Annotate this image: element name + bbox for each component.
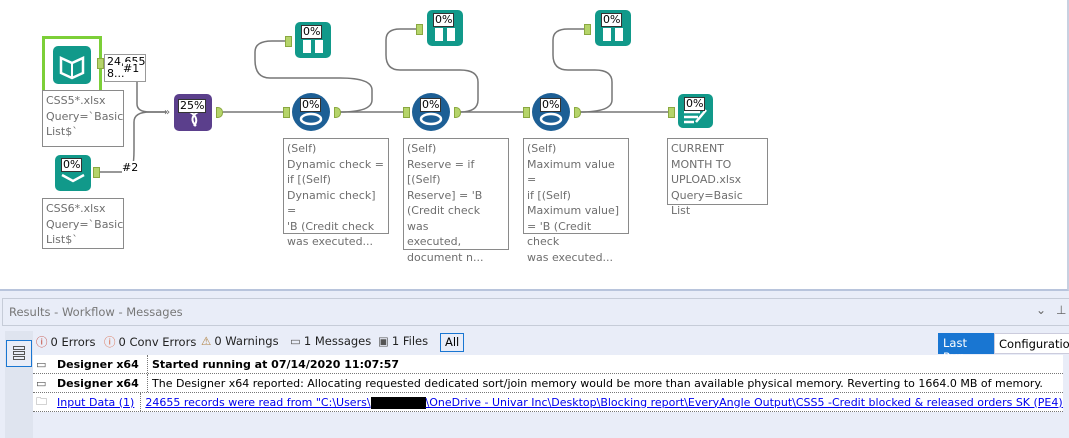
progress-badge: 0% xyxy=(300,98,322,112)
formula1-annotation: (Self) Dynamic check = if [(Self) Dynami… xyxy=(283,138,389,248)
warning-icon: ⚠ xyxy=(201,334,212,348)
input-anchor[interactable] xyxy=(403,107,410,118)
message-row[interactable]: ▭ Designer x64 The Designer x64 reported:… xyxy=(33,374,1063,393)
connection-label-2: #2 xyxy=(122,161,139,174)
progress-badge: 0% xyxy=(61,158,83,172)
link-part: \OneDrive - Univar Inc\Desktop\Blocking … xyxy=(425,395,1063,409)
input-data-tool-2[interactable]: 0% xyxy=(55,155,91,191)
input-anchor[interactable] xyxy=(668,107,675,118)
files-filter[interactable]: ▣ 1 Files xyxy=(378,334,428,348)
chevron-down-icon[interactable]: ⌄ xyxy=(1036,303,1046,317)
configuration-tab[interactable]: Configuration xyxy=(994,333,1069,354)
formula-tool-1[interactable]: 0% xyxy=(292,93,330,131)
message-row[interactable]: 🗀 Input Data (1) 24655 records were read … xyxy=(33,393,1063,412)
progress-badge: 0% xyxy=(420,98,442,112)
conv-errors-filter[interactable]: ⓘ 0 Conv Errors xyxy=(104,334,196,350)
progress-badge: 0% xyxy=(684,97,706,111)
progress-badge: 0% xyxy=(433,13,455,27)
input-anchor[interactable] xyxy=(584,24,591,35)
message-icon: ▭ xyxy=(36,357,47,371)
browse-tool-1[interactable]: 0% xyxy=(295,22,331,58)
input1-annotation: CSS5*.xlsx Query=`Basic List$` xyxy=(42,90,124,147)
multi-input-anchor[interactable]: » xyxy=(164,107,170,118)
all-filter-button[interactable]: All xyxy=(440,333,465,352)
progress-badge: 0% xyxy=(540,98,562,112)
message-row[interactable]: ▭ Designer x64 Started running at 07/14/2… xyxy=(33,355,1063,374)
conv-error-icon: ⓘ xyxy=(104,335,116,349)
messages-filter[interactable]: ▭ 1 Messages xyxy=(290,334,371,348)
save-icon: ▣ xyxy=(378,334,389,348)
error-icon: ⓘ xyxy=(36,335,48,349)
pin-icon[interactable]: ⊥ xyxy=(1056,303,1066,317)
folder-icon: 🗀 xyxy=(36,394,47,408)
input-anchor[interactable] xyxy=(283,107,290,118)
row-message: Started running at 07/14/2020 11:07:57 xyxy=(152,357,400,371)
file-link[interactable]: 24655 records were read from "C:\Users\ \… xyxy=(141,396,1063,409)
input-anchor[interactable] xyxy=(285,36,292,47)
list-view-button[interactable] xyxy=(6,340,32,367)
browse-tool-2[interactable]: 0% xyxy=(427,10,463,46)
row-source: Designer x64 xyxy=(57,357,139,371)
progress-badge: 0% xyxy=(601,13,623,27)
union-tool[interactable]: 25% xyxy=(174,94,212,131)
warnings-label: 0 Warnings xyxy=(214,334,279,348)
input-data-tool-1[interactable] xyxy=(42,36,102,94)
output-data-tool[interactable]: 0% xyxy=(678,94,713,128)
formula-tool-2[interactable]: 0% xyxy=(412,93,450,131)
message-icon: ▭ xyxy=(36,376,47,390)
row-message: The Designer x64 reported: Allocating re… xyxy=(152,376,1043,390)
formula3-annotation: (Self) Maximum value = if [(Self) Maximu… xyxy=(523,138,629,264)
panel-title: Results - Workflow - Messages xyxy=(9,305,183,319)
results-panel-title: Results - Workflow - Messages xyxy=(2,298,1069,326)
warnings-filter[interactable]: ⚠ 0 Warnings xyxy=(201,334,279,348)
link-part: 24655 records were read from "C:\Users\ xyxy=(145,395,371,409)
formula-tool-3[interactable]: 0% xyxy=(532,93,570,131)
connection-label-1: #1 xyxy=(123,62,140,75)
message-icon: ▭ xyxy=(290,334,301,348)
last-run-tab[interactable]: Last Run xyxy=(938,333,994,364)
files-label: 1 Files xyxy=(391,334,429,348)
errors-label: 0 Errors xyxy=(50,335,96,349)
conv-errors-label: 0 Conv Errors xyxy=(118,335,197,349)
messages-label: 1 Messages xyxy=(303,334,372,348)
row-source: Designer x64 xyxy=(57,376,139,390)
formula2-annotation: (Self) Reserve = if [(Self) Reserve] = '… xyxy=(403,138,509,264)
input2-annotation: CSS6*.xlsx Query=`Basic List$` xyxy=(42,198,124,249)
input-anchor[interactable] xyxy=(523,107,530,118)
input-anchor[interactable] xyxy=(416,24,423,35)
book-icon xyxy=(53,46,91,84)
browse-tool-3[interactable]: 0% xyxy=(595,10,631,46)
redacted-block xyxy=(370,396,426,409)
progress-badge: 0% xyxy=(301,25,323,39)
errors-filter[interactable]: ⓘ 0 Errors xyxy=(36,334,96,350)
output-anchor[interactable] xyxy=(93,167,100,178)
output-annotation: CURRENT MONTH TO UPLOAD.xlsx Query=Basic… xyxy=(667,138,768,217)
output-anchor[interactable] xyxy=(97,58,104,69)
workflow-canvas[interactable]: 24,655 8... #1 CSS5*.xlsx Query=`Basic L… xyxy=(0,0,1069,291)
tool-link[interactable]: Input Data (1) xyxy=(57,396,134,409)
progress-badge: 25% xyxy=(178,99,207,113)
